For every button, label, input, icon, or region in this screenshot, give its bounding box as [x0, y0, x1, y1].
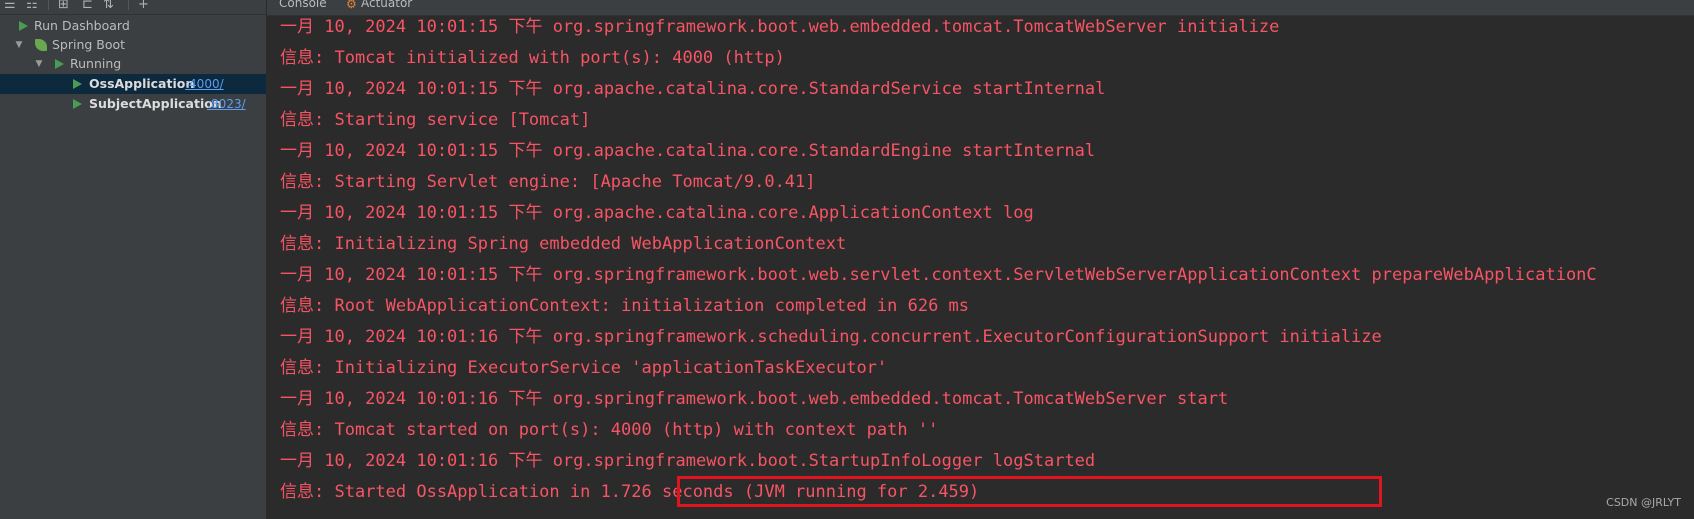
app-port-link[interactable]: :4000/: [185, 74, 224, 94]
toolbar-separator: [128, 0, 129, 10]
log-line: 信息: Started OssApplication in 1.726 seco…: [280, 482, 980, 502]
app-name-label: OssApplication: [89, 76, 195, 91]
app-name-label: SubjectApplication: [89, 96, 222, 111]
log-line: 一月 10, 2024 10:01:15 下午 org.apache.catal…: [280, 203, 1034, 223]
ide-window: ☰ ☷ ⊞ ⊏ ⇅ + Run Dashboard ▼ Spring Boot …: [0, 0, 1694, 519]
tab-actuator[interactable]: Actuator: [361, 0, 412, 10]
run-icon: [73, 99, 82, 109]
toolbar-separator: [48, 0, 49, 10]
tree-item-spring-boot[interactable]: ▼ Spring Boot: [0, 35, 266, 55]
actuator-icon: ⚙: [346, 0, 357, 11]
tree-item-label: Running: [70, 56, 122, 71]
tree-item-subject-application[interactable]: SubjectApplication :8023/: [0, 94, 266, 114]
console-output[interactable]: 一月 10, 2024 10:01:15 下午 org.springframew…: [267, 15, 1694, 519]
group-by-icon[interactable]: ⊞: [58, 0, 69, 11]
tree-item-label: Spring Boot: [52, 37, 126, 52]
expand-all-icon[interactable]: ☷: [26, 0, 38, 11]
chevron-down-icon[interactable]: ▼: [34, 54, 44, 74]
run-icon: [73, 79, 82, 89]
run-dashboard-panel: ☰ ☷ ⊞ ⊏ ⇅ + Run Dashboard ▼ Spring Boot …: [0, 0, 267, 519]
watermark: CSDN @JRLYT: [1606, 496, 1681, 509]
sort-icon[interactable]: ⇅: [103, 0, 114, 11]
log-line: 信息: Tomcat started on port(s): 4000 (htt…: [280, 420, 939, 440]
app-port-link[interactable]: :8023/: [207, 94, 246, 114]
collapse-all-icon[interactable]: ☰: [4, 0, 16, 11]
log-line: 信息: Root WebApplicationContext: initiali…: [280, 296, 970, 316]
run-icon: [55, 59, 64, 69]
tree-item-oss-application[interactable]: OssApplication :4000/: [0, 74, 266, 94]
console-panel: Console ⚙ Actuator 一月 10, 2024 10:01:15 …: [267, 0, 1694, 519]
log-line: 一月 10, 2024 10:01:15 下午 org.apache.catal…: [280, 79, 1106, 99]
run-dashboard-icon: [19, 21, 28, 31]
tab-console[interactable]: Console: [279, 0, 327, 10]
add-icon[interactable]: +: [138, 0, 149, 11]
dashboard-toolbar: ☰ ☷ ⊞ ⊏ ⇅ +: [0, 0, 266, 15]
log-line: 一月 10, 2024 10:01:15 下午 org.apache.catal…: [280, 141, 1096, 161]
log-line: 一月 10, 2024 10:01:16 下午 org.springframew…: [280, 389, 1229, 409]
log-line: 一月 10, 2024 10:01:15 下午 org.springframew…: [280, 265, 1597, 285]
log-line: 信息: Starting Servlet engine: [Apache Tom…: [280, 172, 816, 192]
log-line: 信息: Tomcat initialized with port(s): 400…: [280, 48, 785, 68]
tree-item-label: Run Dashboard: [34, 18, 130, 33]
log-line: 信息: Starting service [Tomcat]: [280, 110, 591, 130]
log-line: 信息: Initializing Spring embedded WebAppl…: [280, 234, 847, 254]
log-line: 一月 10, 2024 10:01:15 下午 org.springframew…: [280, 17, 1280, 37]
log-line: 一月 10, 2024 10:01:16 下午 org.springframew…: [280, 451, 1096, 471]
spring-boot-icon: [35, 39, 47, 51]
filter-icon[interactable]: ⊏: [82, 0, 93, 11]
chevron-down-icon[interactable]: ▼: [14, 35, 24, 55]
tree-item-run-dashboard[interactable]: Run Dashboard: [0, 16, 266, 36]
log-line: 一月 10, 2024 10:01:16 下午 org.springframew…: [280, 327, 1382, 347]
tree-item-running[interactable]: ▼ Running: [0, 54, 266, 74]
log-line: 信息: Initializing ExecutorService 'applic…: [280, 358, 888, 378]
